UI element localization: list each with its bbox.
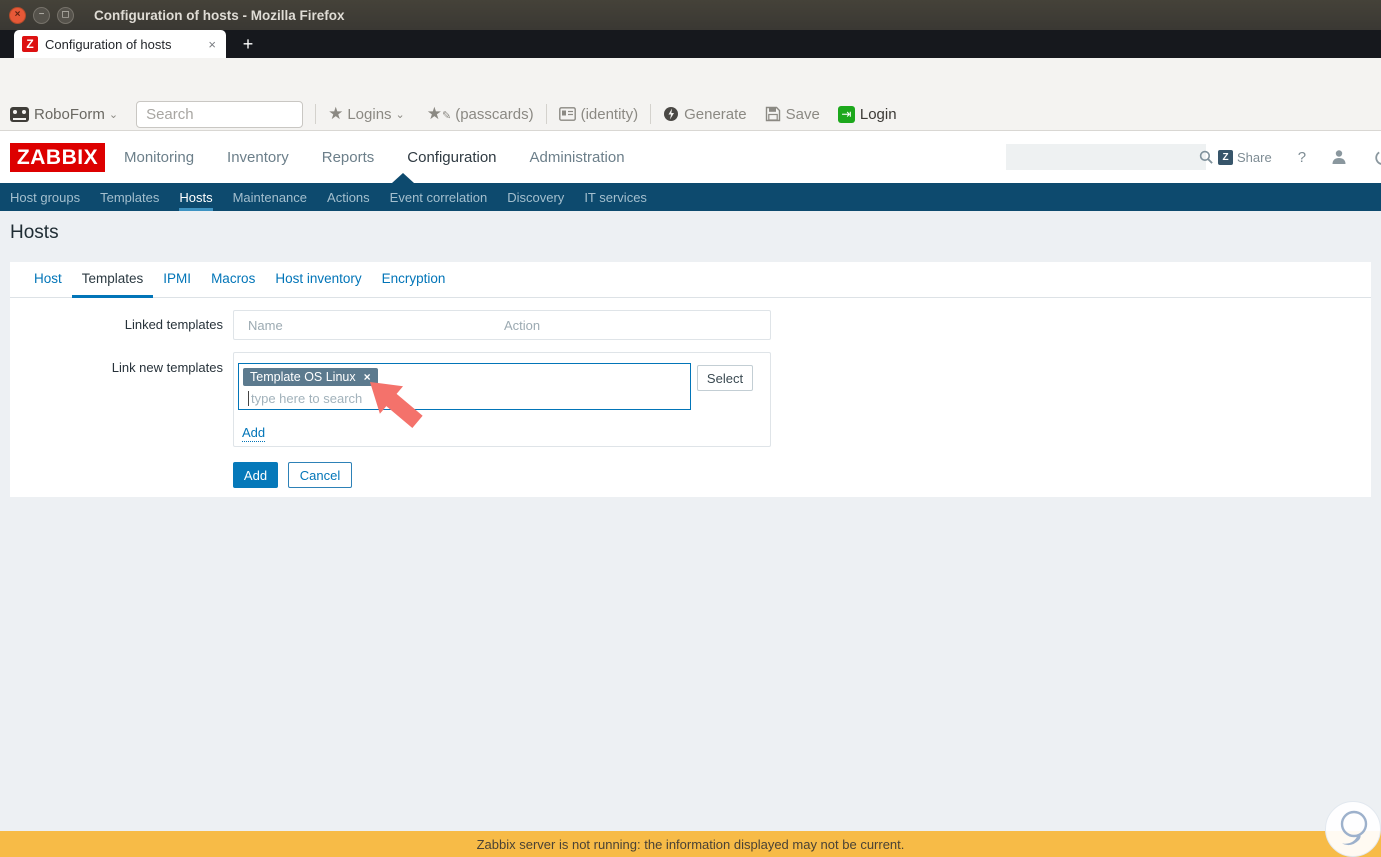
share-link[interactable]: Share — [1237, 150, 1272, 165]
subnav-event-correlation[interactable]: Event correlation — [390, 183, 488, 211]
help-link[interactable]: ? — [1298, 149, 1306, 166]
logout-icon[interactable] — [1374, 149, 1381, 166]
zabbix-search-box[interactable] — [1006, 144, 1213, 170]
roboform-login-button[interactable]: ⇥ Login — [837, 105, 897, 123]
column-header-name: Name — [248, 317, 283, 333]
zabbix-main-menu: Monitoring Inventory Reports Configurati… — [124, 131, 658, 183]
separator — [545, 104, 547, 124]
search-icon[interactable] — [1199, 150, 1214, 165]
generate-icon — [664, 107, 679, 121]
zabbix-logo[interactable]: ZABBIX — [10, 143, 105, 172]
menu-item-monitoring[interactable]: Monitoring — [124, 149, 194, 166]
add-template-link[interactable]: Add — [242, 425, 266, 442]
save-label: Save — [785, 105, 820, 123]
roboform-generate-button[interactable]: Generate — [663, 106, 747, 123]
text-caret — [248, 391, 249, 406]
annotation-arrow — [370, 382, 423, 428]
login-icon: ⇥ — [837, 105, 855, 123]
logins-label: Logins — [347, 105, 392, 123]
add-button[interactable]: Add — [233, 462, 278, 488]
menu-item-configuration[interactable]: Configuration — [407, 149, 496, 166]
tab-host-inventory[interactable]: Host inventory — [265, 262, 371, 298]
subnav-actions[interactable]: Actions — [327, 183, 370, 211]
subnav-hosts[interactable]: Hosts — [179, 183, 213, 211]
linked-templates-table: Name Action — [233, 310, 771, 340]
tab-macros[interactable]: Macros — [201, 262, 265, 298]
roboform-logins-menu[interactable]: ★ Logins ⌄ — [328, 104, 405, 124]
link-new-templates-label: Link new templates — [111, 360, 223, 375]
subnav-templates[interactable]: Templates — [100, 183, 159, 211]
magnifier-watermark — [1325, 801, 1381, 857]
new-tab-button[interactable]: + — [236, 34, 260, 55]
chevron-down-icon: ⌄ — [108, 108, 119, 121]
tab-ipmi[interactable]: IPMI — [153, 262, 201, 298]
host-config-panel: Host Templates IPMI Macros Host inventor… — [10, 262, 1371, 497]
zabbix-share-icon: Z — [1218, 149, 1233, 165]
subnav-it-services[interactable]: IT services — [584, 183, 647, 211]
menu-item-administration[interactable]: Administration — [530, 149, 625, 166]
template-chip: Template OS Linux × — [243, 368, 378, 386]
roboform-search-input[interactable] — [136, 100, 304, 128]
identity-label: (identity) — [580, 105, 639, 123]
save-floppy-icon — [765, 106, 780, 122]
host-form-tabs: Host Templates IPMI Macros Host inventor… — [10, 262, 1371, 298]
tab-encryption[interactable]: Encryption — [372, 262, 456, 298]
profile-icon[interactable] — [1330, 148, 1348, 166]
tab-close-icon[interactable]: × — [206, 37, 218, 52]
subnav-host-groups[interactable]: Host groups — [10, 183, 80, 211]
server-warning-banner: Zabbix server is not running: the inform… — [0, 831, 1381, 857]
magnifier-watermark-icon — [1340, 810, 1368, 846]
window-minimize-button[interactable]: − — [33, 6, 50, 24]
menu-item-inventory[interactable]: Inventory — [227, 149, 289, 166]
zabbix-header: ZABBIX Monitoring Inventory Reports Conf… — [0, 131, 1381, 183]
zabbix-search-input[interactable] — [1006, 149, 1199, 165]
subnav-discovery[interactable]: Discovery — [507, 183, 564, 211]
menu-item-reports[interactable]: Reports — [322, 149, 375, 166]
subnav-maintenance[interactable]: Maintenance — [233, 183, 307, 211]
generate-label: Generate — [684, 105, 747, 123]
zabbix-favicon-icon: Z — [22, 36, 38, 52]
template-multiselect[interactable]: Template OS Linux × type here to search — [238, 363, 691, 410]
zabbix-header-icons: Z Share ? — [1218, 131, 1381, 183]
tab-host[interactable]: Host — [24, 262, 72, 298]
roboform-toolbar: RoboForm ⌄ ★ Logins ⌄ ★✎ (passcards) (id… — [0, 98, 1381, 131]
browser-tab[interactable]: Z Configuration of hosts × — [14, 30, 226, 58]
page-title: Hosts — [10, 222, 59, 243]
star-pencil-icon: ★✎ — [426, 104, 452, 123]
typeahead-placeholder: type here to search — [251, 391, 363, 406]
template-chip-label: Template OS Linux — [250, 370, 356, 384]
window-close-button[interactable]: × — [9, 6, 26, 24]
window-title: Configuration of hosts - Mozilla Firefox — [94, 7, 345, 23]
window-titlebar: × − ◻ Configuration of hosts - Mozilla F… — [0, 0, 1381, 30]
separator — [650, 104, 652, 124]
column-header-action: Action — [504, 317, 541, 333]
identity-card-icon — [558, 107, 576, 121]
active-menu-pointer — [392, 173, 414, 183]
passcards-label: (passcards) — [455, 105, 534, 123]
typeahead[interactable]: type here to search — [248, 391, 362, 406]
roboform-passcards-button[interactable]: ★✎ (passcards) — [427, 104, 534, 124]
roboform-save-button[interactable]: Save — [765, 106, 820, 123]
linked-templates-label: Linked templates — [124, 317, 223, 332]
select-button[interactable]: Select — [697, 365, 753, 391]
roboform-icon — [10, 106, 29, 122]
zabbix-subnav: Host groups Templates Hosts Maintenance … — [0, 173, 1381, 211]
browser-toolbar: 192.168.0.14/zabbix/hosts.php?groupid=0&… — [0, 58, 1381, 151]
roboform-identity-button[interactable]: (identity) — [558, 105, 639, 123]
star-icon: ★ — [328, 104, 344, 123]
roboform-brand-label: RoboForm — [34, 105, 105, 123]
tab-title: Configuration of hosts — [45, 36, 172, 52]
separator — [315, 104, 317, 124]
chevron-down-icon: ⌄ — [395, 108, 405, 121]
roboform-menu[interactable]: RoboForm ⌄ — [10, 106, 118, 123]
window-maximize-button[interactable]: ◻ — [57, 6, 74, 24]
link-new-templates-group: Template OS Linux × type here to search … — [233, 352, 771, 447]
browser-tab-strip: Z Configuration of hosts × + — [0, 30, 1381, 58]
tab-templates[interactable]: Templates — [71, 262, 154, 298]
cancel-button[interactable]: Cancel — [288, 462, 352, 488]
login-label: Login — [859, 105, 897, 123]
server-warning-text: Zabbix server is not running: the inform… — [476, 836, 905, 852]
